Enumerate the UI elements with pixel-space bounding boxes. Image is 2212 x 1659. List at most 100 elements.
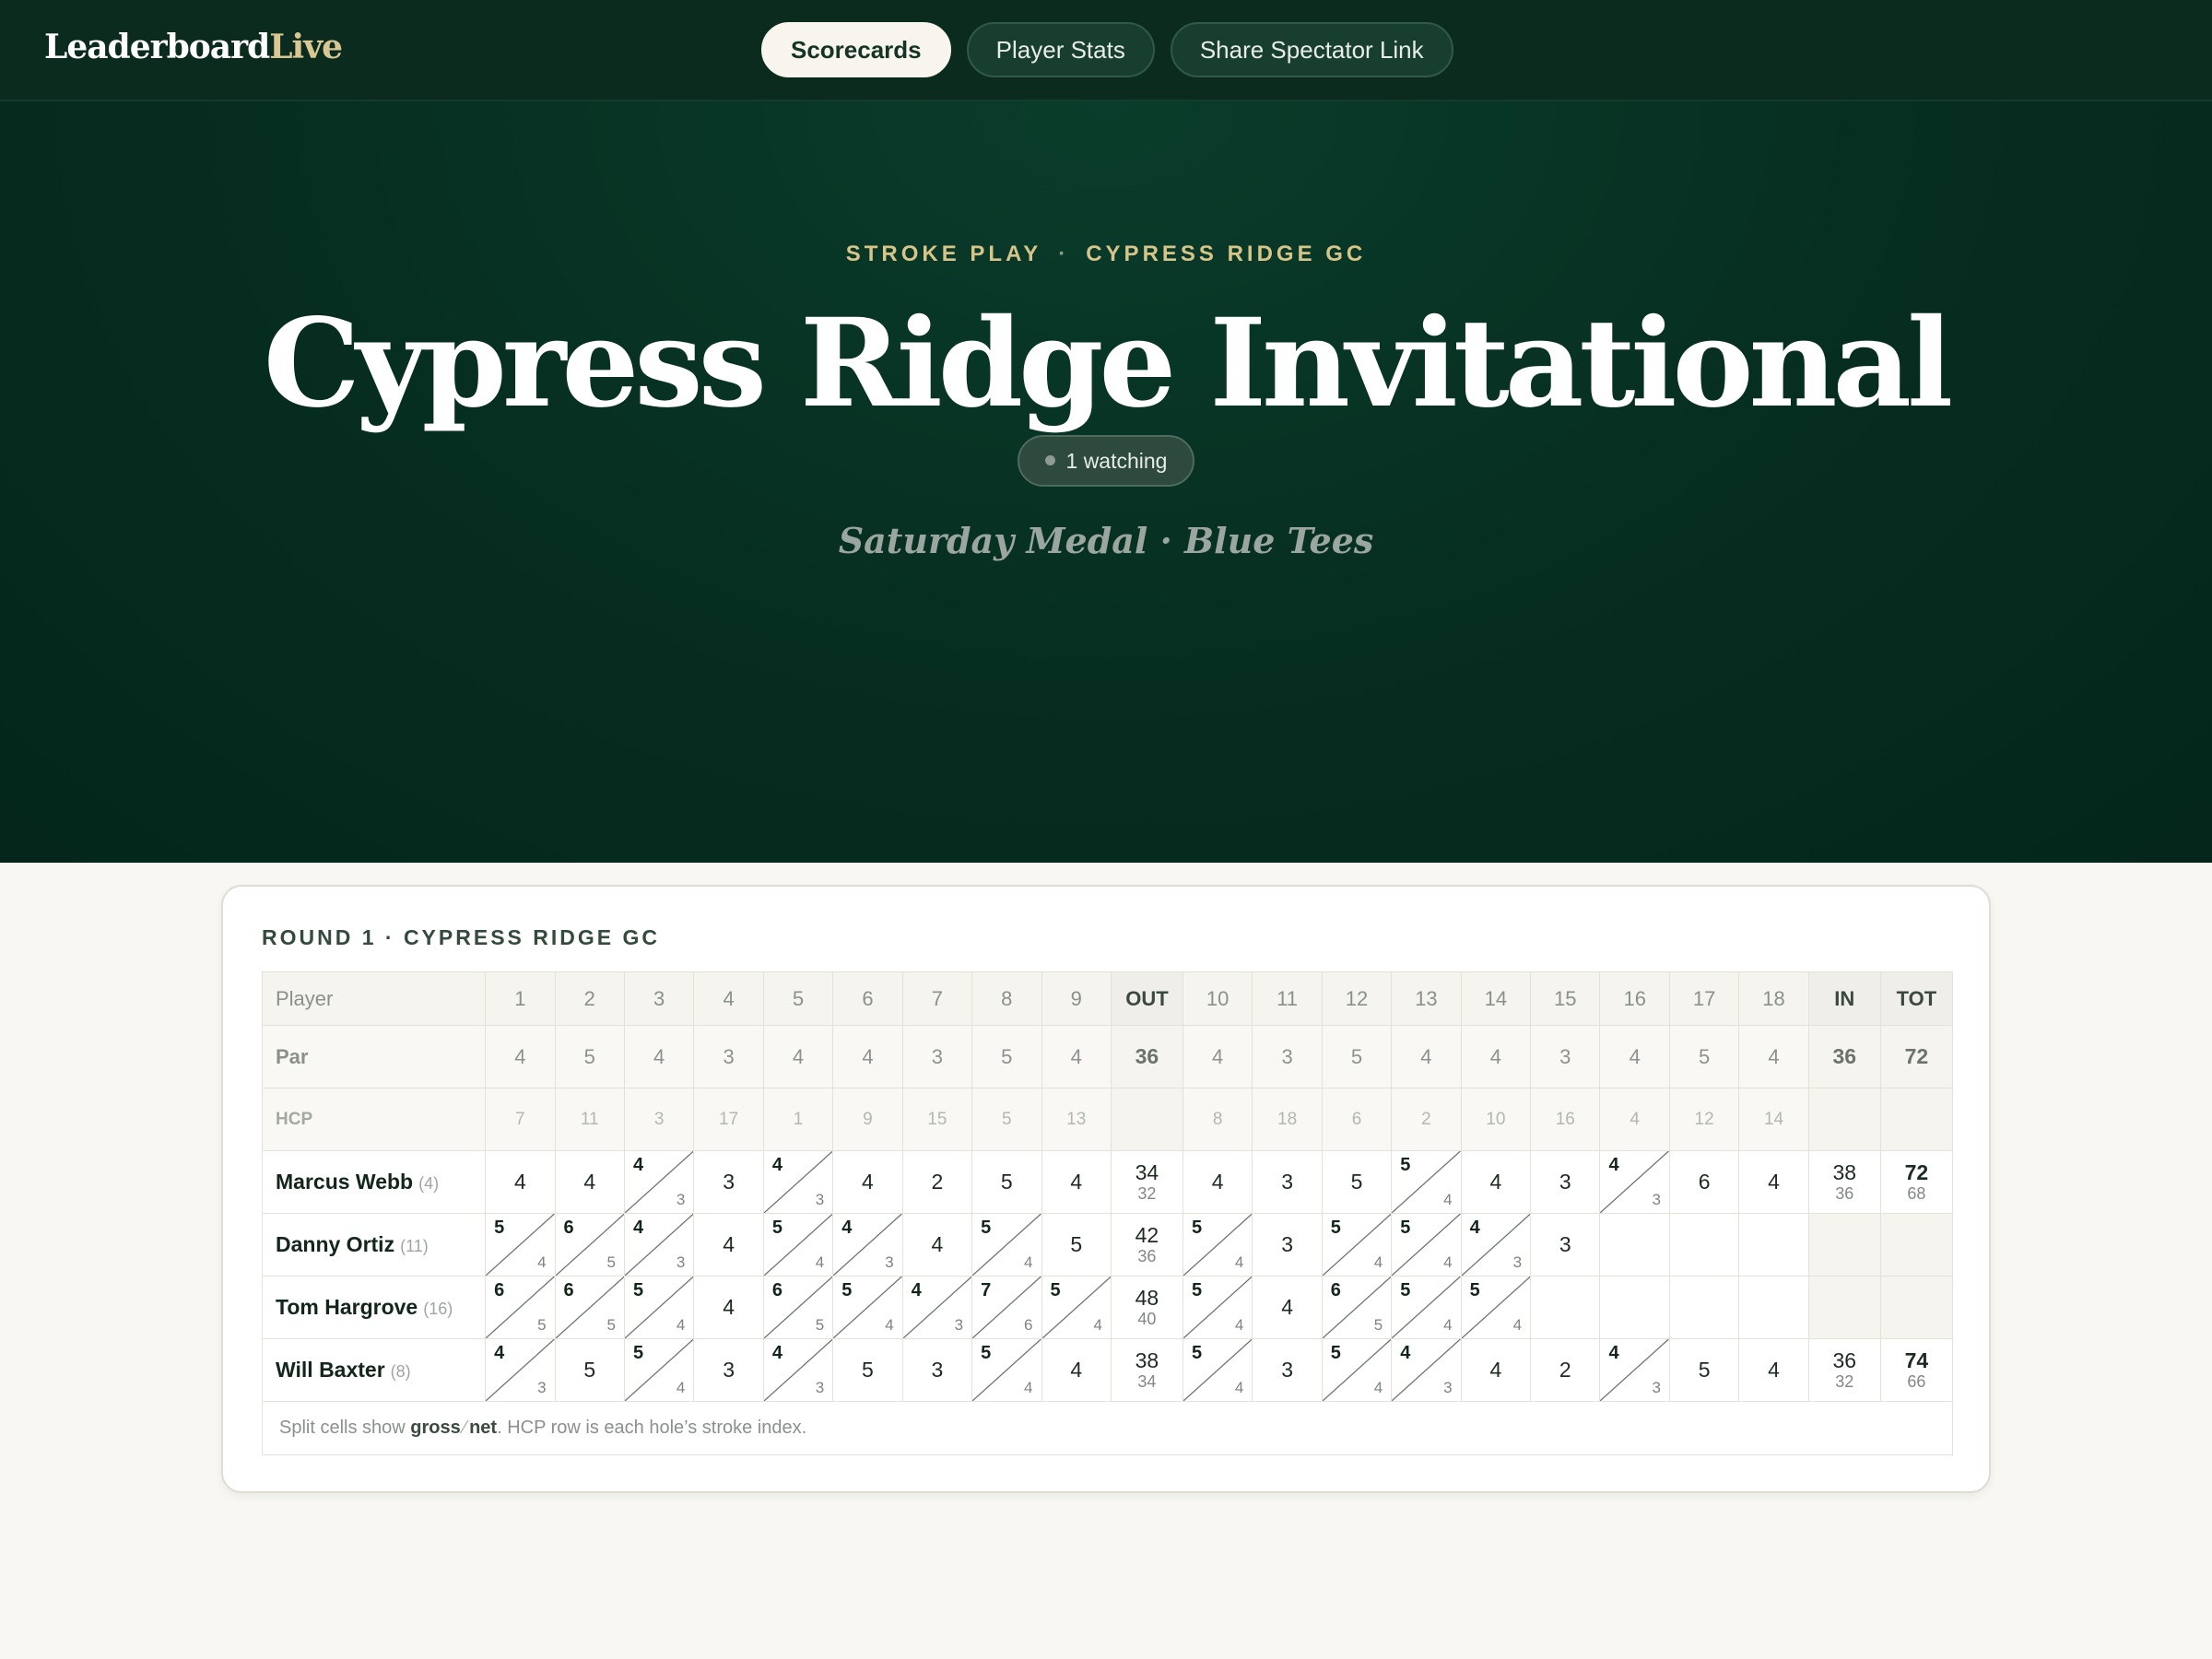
footnote-suffix: . HCP row is each hole’s stroke index. [497, 1418, 807, 1438]
score-cell: 4 [1460, 1150, 1532, 1214]
live-dot-icon [1044, 455, 1055, 466]
sum-net: 36 [1835, 1183, 1854, 1203]
gross-score: 5 [1330, 1218, 1341, 1238]
score-cell-split: 54 [832, 1276, 903, 1339]
player-name-text: Danny Ortiz [276, 1232, 395, 1256]
player-out-total: 34 32 [1110, 1150, 1183, 1214]
player-in-total [1807, 1276, 1881, 1339]
header-row: Player 1 2 3 4 5 6 7 8 9 OUT 10 11 12 13 14 15 16 17 18 IN TO… [261, 971, 1954, 1026]
gross-score: 5 [981, 1343, 992, 1363]
sum-gross: 42 [1135, 1222, 1159, 1247]
sum-gross: 34 [1135, 1159, 1159, 1184]
par-value: 5 [971, 1025, 1042, 1088]
footnote-slash: ⁄ [463, 1418, 467, 1438]
gross-score: 5 [841, 1280, 853, 1300]
score-cell-split: 43 [1599, 1338, 1670, 1402]
score-cell: 4 [901, 1213, 973, 1277]
player-handicap: (4) [418, 1174, 440, 1193]
score-cell: 4 [1182, 1150, 1253, 1214]
tab-scorecards[interactable]: Scorecards [761, 22, 951, 77]
hole-number: 9 [1041, 971, 1112, 1026]
top-nav: LeaderboardLive Scorecards Player Stats … [0, 0, 2212, 101]
hole-number: 15 [1530, 971, 1601, 1026]
score-cell-split: 54 [1041, 1276, 1112, 1339]
par-value: 4 [832, 1025, 903, 1088]
score-cell: 3 [1530, 1150, 1601, 1214]
tab-player-stats[interactable]: Player Stats [966, 22, 1155, 77]
gross-score: 5 [1469, 1280, 1480, 1300]
score-cell-split: 54 [1182, 1338, 1253, 1402]
score-cell-split: 65 [554, 1276, 625, 1339]
score-cell-split: 65 [1321, 1276, 1393, 1339]
hole-number: 18 [1738, 971, 1809, 1026]
net-score: 3 [954, 1316, 964, 1334]
header-tot: TOT [1879, 971, 1954, 1026]
hole-number: 16 [1599, 971, 1670, 1026]
hole-number: 17 [1668, 971, 1740, 1026]
player-name: Will Baxter (8) [261, 1338, 487, 1402]
player-row: Marcus Webb (4) 4 4 4 3 3 4 3 4 2 5 4 34 32 4 3 5 5 4 4 3 4 3 6 4… [261, 1150, 1954, 1214]
hcp-value: 8 [1182, 1088, 1253, 1151]
hcp-value: 4 [1599, 1088, 1670, 1151]
sum-net: 32 [1137, 1183, 1157, 1203]
net-score: 4 [537, 1253, 547, 1271]
gross-score: 5 [1400, 1155, 1411, 1175]
net-score: 5 [606, 1316, 616, 1334]
hero-banner: STROKE PLAY · CYPRESS RIDGE GC Cypress Rid… [0, 101, 2212, 863]
hcp-value: 11 [554, 1088, 625, 1151]
par-value: 4 [1182, 1025, 1253, 1088]
hole-number: 7 [901, 971, 973, 1026]
tab-share-spectator-link[interactable]: Share Spectator Link [1170, 22, 1453, 77]
par-value: 4 [1738, 1025, 1809, 1088]
gross-score: 5 [632, 1280, 644, 1300]
par-value: 4 [762, 1025, 834, 1088]
net-score: 3 [885, 1253, 894, 1271]
sum-net: 68 [1907, 1183, 1926, 1203]
hole-number: 10 [1182, 971, 1253, 1026]
score-cell: 4 [1252, 1276, 1323, 1339]
hole-number: 4 [693, 971, 764, 1026]
score-cell-split: 54 [1321, 1213, 1393, 1277]
net-score: 4 [676, 1379, 686, 1396]
gross-score: 4 [632, 1155, 644, 1175]
par-value: 3 [1252, 1025, 1323, 1088]
par-value: 4 [1041, 1025, 1112, 1088]
hcp-value: 17 [693, 1088, 764, 1151]
score-cell-split: 43 [485, 1338, 556, 1402]
hcp-value: 7 [485, 1088, 556, 1151]
brand-logo[interactable]: LeaderboardLive [44, 28, 343, 66]
hole-number: 1 [485, 971, 556, 1026]
sum-gross: 38 [1832, 1159, 1857, 1184]
score-cell: 5 [1668, 1338, 1740, 1402]
hcp-tot [1879, 1088, 1954, 1151]
net-score: 5 [606, 1253, 616, 1271]
sum-gross: 38 [1135, 1347, 1159, 1372]
net-score: 4 [815, 1253, 825, 1271]
player-name: Marcus Webb (4) [261, 1150, 487, 1214]
score-cell-split: 43 [1599, 1150, 1670, 1214]
par-value: 4 [1391, 1025, 1462, 1088]
score-cell-split: 54 [1182, 1213, 1253, 1277]
gross-score: 6 [563, 1218, 574, 1238]
hcp-value: 1 [762, 1088, 834, 1151]
player-total [1879, 1213, 1954, 1277]
nav-tabs: Scorecards Player Stats Share Spectator … [761, 22, 1453, 77]
gross-score: 6 [1330, 1280, 1341, 1300]
watching-badge: 1 watching [1018, 435, 1194, 487]
score-cell: 2 [901, 1150, 973, 1214]
net-score: 4 [1373, 1253, 1383, 1271]
gross-score: 5 [1050, 1280, 1061, 1300]
gross-score: 4 [1469, 1218, 1480, 1238]
player-name: Tom Hargrove (16) [261, 1276, 487, 1339]
par-value: 4 [1599, 1025, 1670, 1088]
score-cell-split: 43 [1460, 1213, 1532, 1277]
score-cell-split: 43 [623, 1150, 695, 1214]
gross-score: 5 [1191, 1218, 1203, 1238]
scorecard-card: ROUND 1 · CYPRESS RIDGE GC Player 1 2 3 4 5 6 7… [221, 885, 1991, 1493]
hcp-row: HCP 7 11 3 17 1 9 15 5 13 8 18 6 2 10 16 4 12 14 [261, 1088, 1954, 1151]
par-label: Par [261, 1025, 487, 1088]
score-cell: 5 [554, 1338, 625, 1402]
hole-number: 2 [554, 971, 625, 1026]
hcp-value: 9 [832, 1088, 903, 1151]
player-in-total: 36 32 [1807, 1338, 1881, 1402]
